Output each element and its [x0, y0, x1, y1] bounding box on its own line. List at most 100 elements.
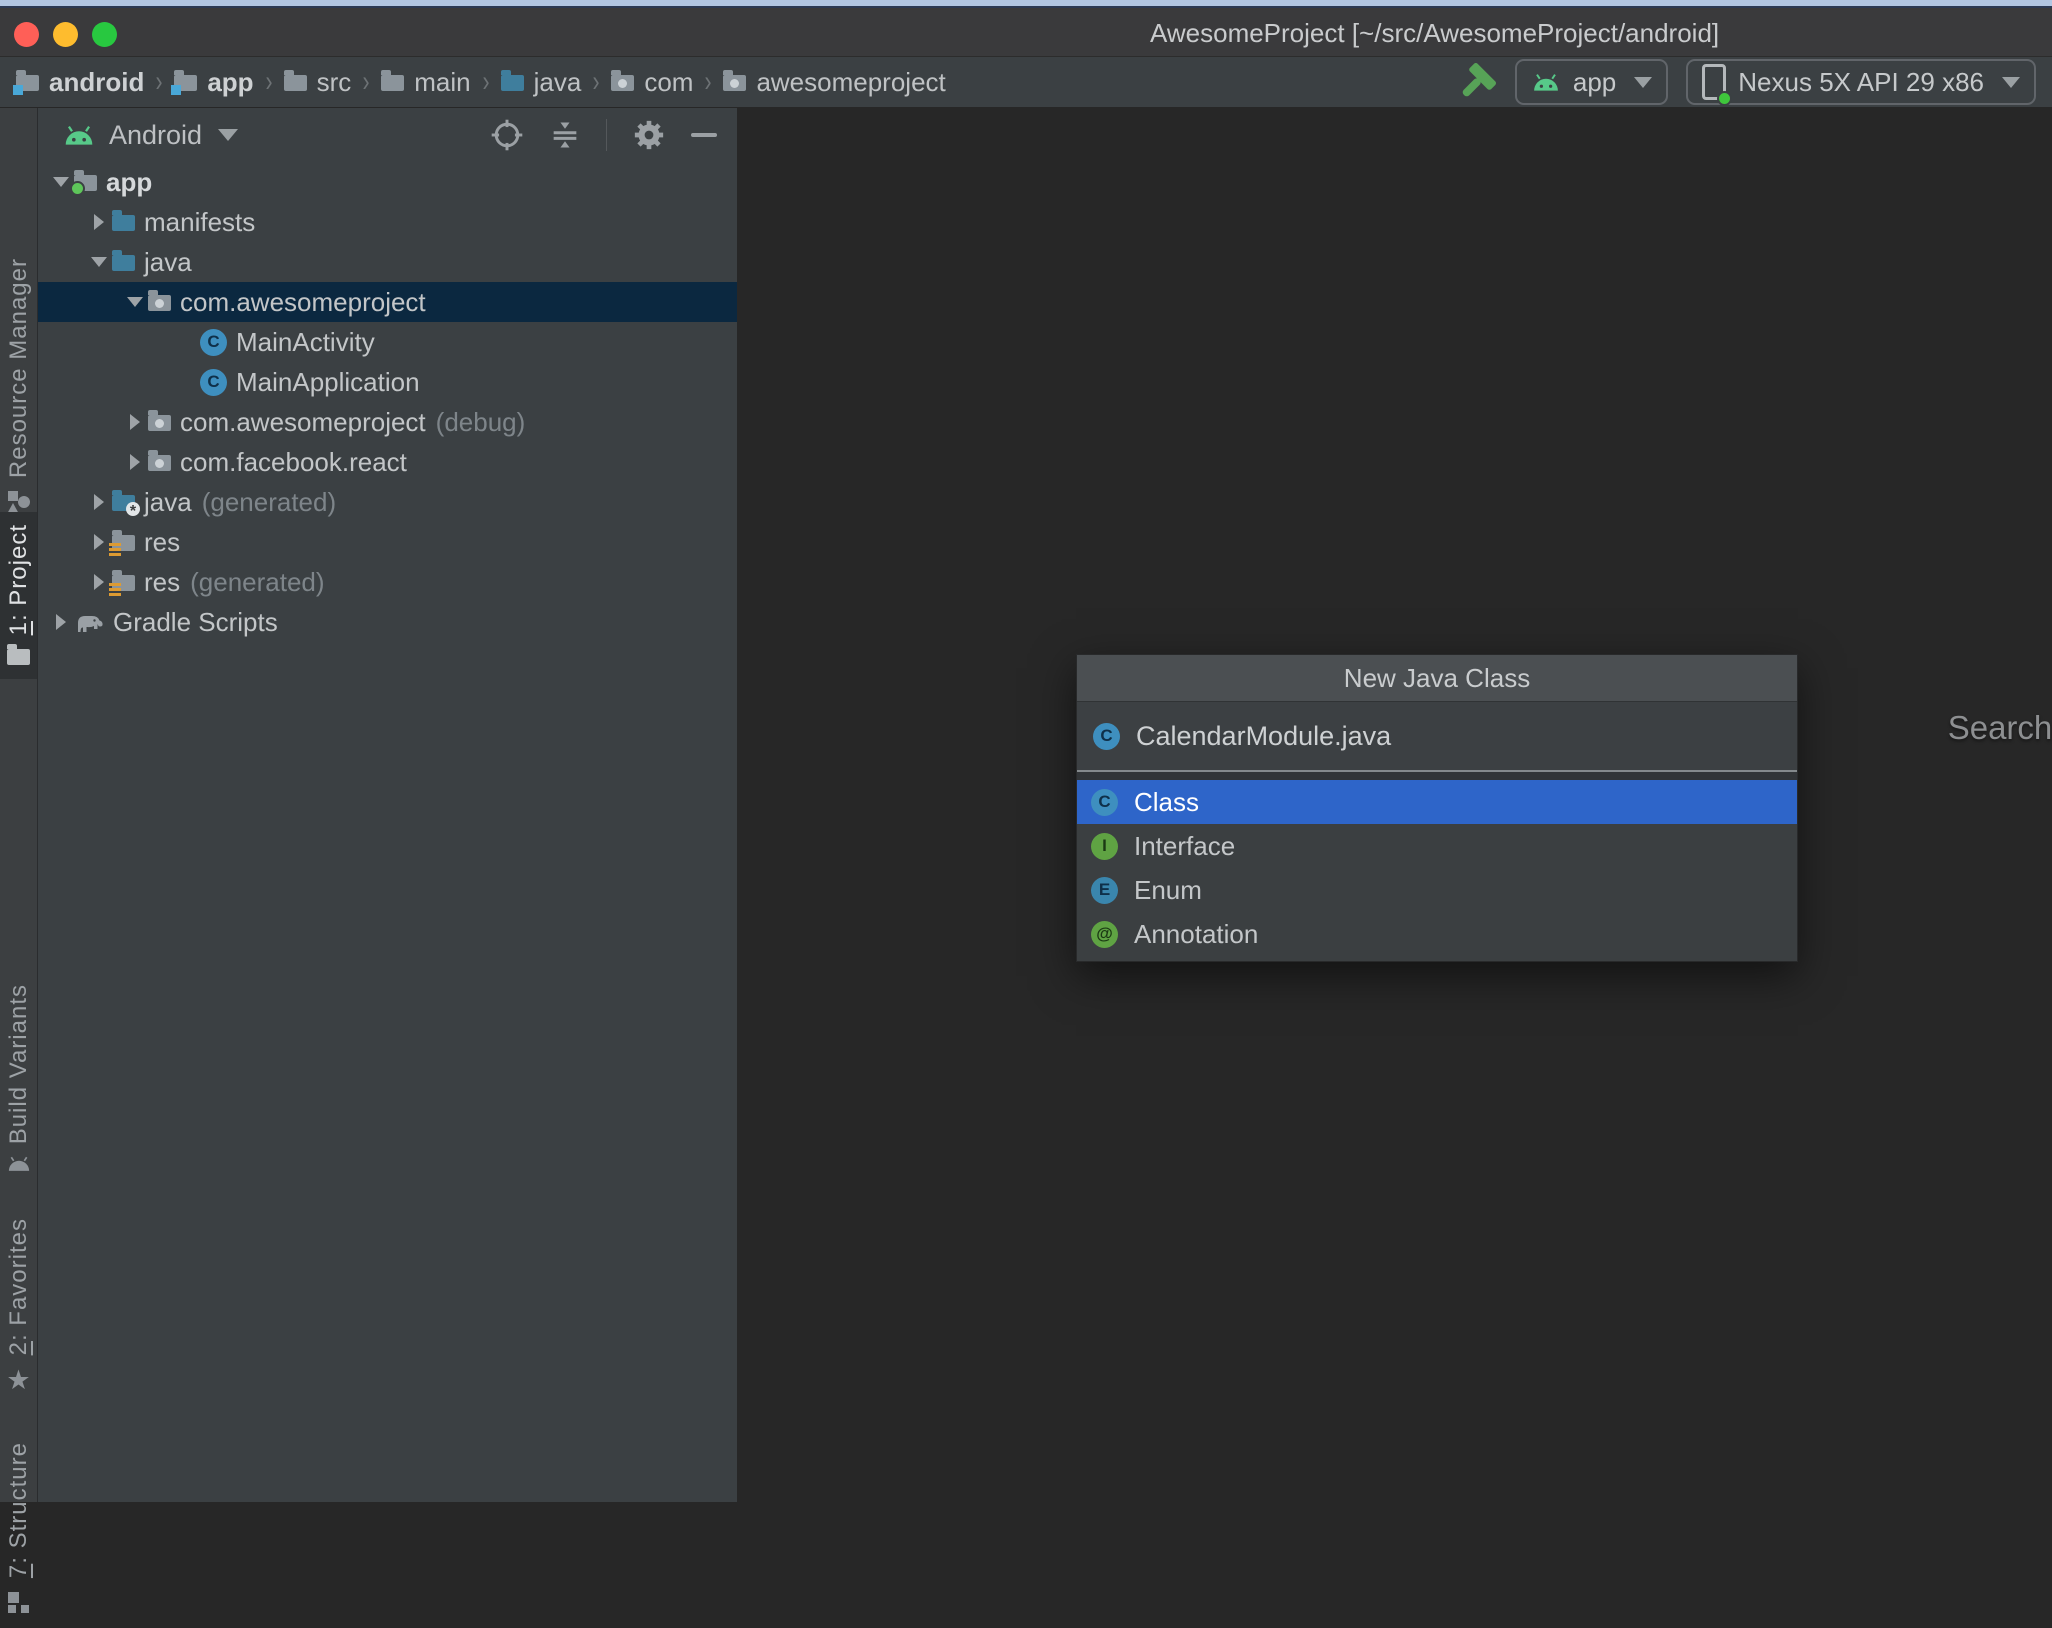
- new-java-class-popup: New Java Class C CalendarModule.java C C…: [1076, 654, 1798, 962]
- chevron-down-icon: [1634, 76, 1653, 88]
- folder-icon: [112, 210, 135, 231]
- fullscreen-window-button[interactable]: [92, 22, 117, 47]
- breadcrumb-separator: ›: [592, 65, 600, 98]
- star-icon: ★: [6, 1365, 31, 1396]
- close-window-button[interactable]: [14, 22, 39, 47]
- resource-manager-icon: [6, 490, 31, 515]
- resources-folder-icon: [109, 570, 135, 596]
- popup-title: New Java Class: [1077, 655, 1797, 702]
- hint-text: Search Everywhere: [1947, 709, 2052, 746]
- project-tool-window: Android app manifests java com.awesomepr…: [38, 108, 737, 1502]
- sidebar-item-structure[interactable]: 7: Structure: [0, 1430, 37, 1628]
- breadcrumb-src[interactable]: src: [283, 67, 351, 98]
- class-name-value: CalendarModule.java: [1136, 720, 1392, 751]
- device-label: Nexus 5X API 29 x86: [1738, 66, 1984, 97]
- breadcrumb: android › app › src › main › java › com …: [13, 65, 946, 99]
- class-icon: C: [200, 368, 227, 396]
- tree-row-java[interactable]: java: [38, 242, 737, 282]
- tree-row-com-awesomeproject[interactable]: com.awesomeproject: [38, 282, 737, 322]
- kind-option-interface[interactable]: I Interface: [1077, 824, 1797, 868]
- breadcrumb-java[interactable]: java: [500, 67, 581, 98]
- kind-list: C Class I Interface E Enum @ Annotation: [1077, 780, 1797, 956]
- source-folder-icon: [500, 70, 524, 91]
- package-icon: [723, 70, 747, 91]
- search-everywhere-hint: Search Everywhere Double ⇧: [1813, 708, 2052, 747]
- collapse-all-icon[interactable]: [548, 118, 582, 152]
- tree-row-com-facebook-react[interactable]: com.facebook.react: [38, 442, 737, 482]
- sidebar-item-build-variants[interactable]: Build Variants: [0, 972, 37, 1186]
- sidebar-item-project[interactable]: 1: Project: [0, 512, 37, 680]
- project-folder-icon: [7, 644, 30, 666]
- tree-row-gradle-scripts[interactable]: Gradle Scripts: [38, 602, 737, 642]
- android-module-icon: [70, 170, 97, 196]
- settings-gear-icon[interactable]: [631, 117, 667, 153]
- collapse-arrow-icon[interactable]: [122, 454, 148, 470]
- collapse-arrow-icon[interactable]: [122, 414, 148, 430]
- breadcrumb-separator: ›: [155, 65, 163, 98]
- tree-row-res[interactable]: res: [38, 522, 737, 562]
- top-edge-strip: [0, 0, 2052, 8]
- breadcrumb-main[interactable]: main: [381, 67, 471, 98]
- tree-row-mainapplication[interactable]: C MainApplication: [38, 362, 737, 402]
- folder-icon: [381, 70, 405, 91]
- breadcrumb-android[interactable]: android: [13, 67, 144, 98]
- window-title: AwesomeProject [~/src/AwesomeProject/and…: [1150, 18, 1720, 48]
- collapse-arrow-icon[interactable]: [48, 614, 74, 630]
- titlebar: AwesomeProject [~/src/AwesomeProject/and…: [0, 8, 2052, 57]
- tool-window-bar: Resource Manager 1: Project Build Varian…: [0, 108, 38, 1614]
- interface-icon: I: [1091, 832, 1118, 860]
- expand-arrow-icon[interactable]: [86, 257, 112, 267]
- breadcrumb-app[interactable]: app: [171, 67, 254, 98]
- breadcrumb-awesomeproject[interactable]: awesomeproject: [723, 67, 946, 98]
- device-phone-icon: [1702, 64, 1733, 106]
- class-icon: C: [1091, 788, 1118, 816]
- sidebar-item-resource-manager[interactable]: Resource Manager: [0, 246, 37, 528]
- annotation-icon: @: [1091, 920, 1118, 948]
- package-icon: [148, 410, 171, 431]
- breadcrumb-separator: ›: [482, 65, 490, 98]
- build-variants-icon: [6, 1156, 32, 1172]
- tree-row-java-generated[interactable]: java(generated): [38, 482, 737, 522]
- breadcrumb-separator: ›: [704, 65, 712, 98]
- build-hammer-icon[interactable]: [1457, 62, 1497, 102]
- collapse-arrow-icon[interactable]: [86, 494, 112, 510]
- breadcrumb-separator: ›: [265, 65, 273, 98]
- run-configuration-selector[interactable]: app: [1514, 59, 1669, 105]
- class-name-input[interactable]: C CalendarModule.java: [1077, 702, 1797, 772]
- tree-row-manifests[interactable]: manifests: [38, 202, 737, 242]
- navigation-bar: android › app › src › main › java › com …: [0, 57, 2052, 108]
- package-icon: [148, 450, 171, 471]
- generated-source-folder-icon: [112, 490, 140, 516]
- expand-arrow-icon[interactable]: [122, 297, 148, 307]
- android-head-icon: [1531, 73, 1561, 92]
- kind-option-annotation[interactable]: @ Annotation: [1077, 912, 1797, 956]
- tree-row-com-awesomeproject-debug[interactable]: com.awesomeproject (debug): [38, 402, 737, 442]
- sidebar-item-favorites[interactable]: 2: Favorites ★: [0, 1206, 37, 1408]
- breadcrumb-com[interactable]: com: [611, 67, 693, 98]
- tree-row-res-generated[interactable]: res (generated): [38, 562, 737, 602]
- module-folder-icon: [13, 70, 39, 95]
- tree-row-app[interactable]: app: [38, 162, 737, 202]
- enum-icon: E: [1091, 876, 1118, 904]
- class-icon: C: [200, 328, 227, 356]
- device-selector[interactable]: Nexus 5X API 29 x86: [1686, 59, 2036, 106]
- chevron-down-icon[interactable]: [218, 129, 239, 141]
- hide-panel-icon[interactable]: [691, 133, 717, 137]
- class-icon: C: [1093, 722, 1120, 750]
- kind-option-enum[interactable]: E Enum: [1077, 868, 1797, 912]
- minimize-window-button[interactable]: [53, 22, 78, 47]
- gradle-elephant-icon: [74, 612, 104, 633]
- project-tree: app manifests java com.awesomeproject C …: [38, 162, 737, 642]
- source-folder-icon: [112, 250, 135, 271]
- project-panel-header: Android: [38, 108, 737, 162]
- module-folder-icon: [171, 70, 198, 95]
- chevron-down-icon: [2002, 76, 2020, 88]
- collapse-arrow-icon[interactable]: [86, 214, 112, 230]
- locate-file-icon[interactable]: [490, 118, 524, 152]
- package-icon: [148, 290, 171, 311]
- folder-icon: [283, 70, 307, 91]
- kind-option-class[interactable]: C Class: [1077, 780, 1797, 824]
- view-selector-label[interactable]: Android: [109, 120, 202, 151]
- tree-row-mainactivity[interactable]: C MainActivity: [38, 322, 737, 362]
- structure-icon: [7, 1590, 31, 1614]
